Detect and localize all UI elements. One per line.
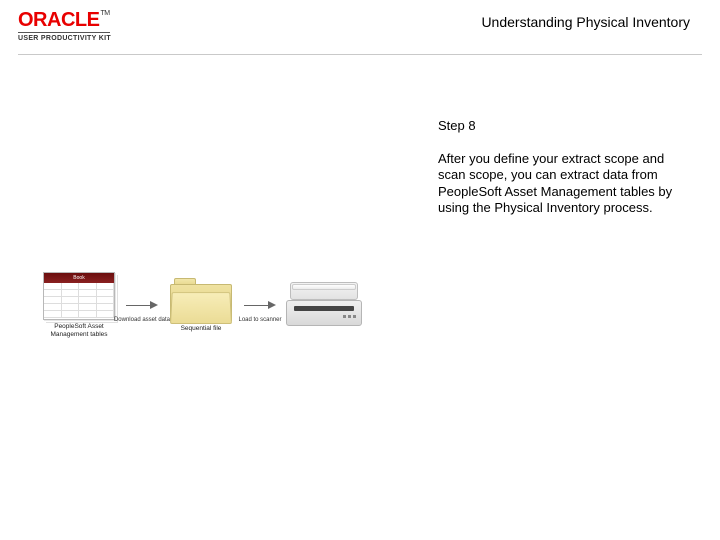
arrow-icon xyxy=(244,301,276,309)
header-separator xyxy=(18,54,702,55)
scanner-icon xyxy=(286,282,362,328)
arrow-icon xyxy=(126,301,158,309)
arrow2-label: Load to scanner xyxy=(230,317,290,323)
table-icon: Book xyxy=(43,272,115,320)
db-caption: PeopleSoft Asset Management tables xyxy=(40,323,118,337)
logo-underline xyxy=(18,32,110,33)
process-diagram: Book PeopleSoft Asset Management tables … xyxy=(40,250,370,360)
step-description: After you define your extract scope and … xyxy=(438,151,688,216)
arrow-download: Download asset data xyxy=(122,301,162,309)
logo-subline: USER PRODUCTIVITY KIT xyxy=(18,35,111,42)
sequential-file-icon: Sequential file xyxy=(166,278,236,332)
database-tables-icon: Book PeopleSoft Asset Management tables xyxy=(40,272,118,337)
arrow-load: Load to scanner xyxy=(240,301,280,309)
scanner-device-icon xyxy=(284,282,364,328)
oracle-tm: TM xyxy=(100,10,109,17)
folder-caption: Sequential file xyxy=(171,325,231,332)
step-panel: Step 8 After you define your extract sco… xyxy=(438,118,688,216)
page-title: Understanding Physical Inventory xyxy=(481,14,690,30)
folder-icon xyxy=(170,278,232,322)
step-label: Step 8 xyxy=(438,118,688,133)
header: ORACLETM USER PRODUCTIVITY KIT Understan… xyxy=(0,0,720,48)
oracle-logo-text: ORACLE xyxy=(18,9,99,31)
arrow1-label: Download asset data xyxy=(112,317,172,323)
table-header-text: Book xyxy=(73,275,84,281)
oracle-logo-block: ORACLETM USER PRODUCTIVITY KIT xyxy=(18,10,111,42)
oracle-logo: ORACLETM xyxy=(18,10,110,30)
